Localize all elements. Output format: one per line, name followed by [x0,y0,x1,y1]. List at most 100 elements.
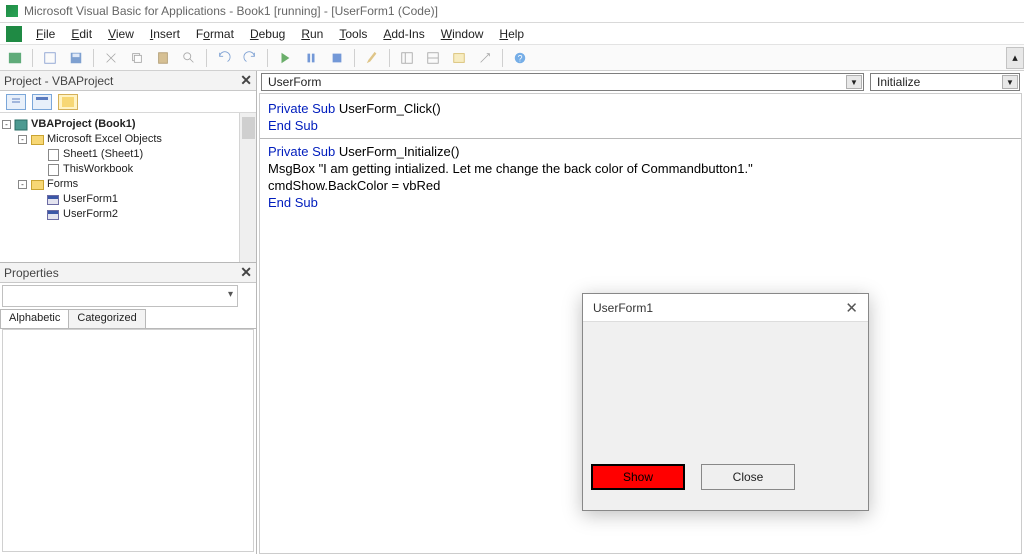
tab-alphabetic[interactable]: Alphabetic [0,309,69,328]
toolbar: ? ▴ [0,45,1024,71]
toolbox-button[interactable] [474,48,496,68]
collapse-icon[interactable]: - [18,135,27,144]
undo-button[interactable] [213,48,235,68]
form-icon [47,195,59,205]
project-panel-close-icon[interactable]: ✕ [240,72,252,89]
project-explorer-button[interactable] [396,48,418,68]
code-line[interactable]: Private Sub UserForm_Click() [268,100,1013,117]
toolbar-scroll-up[interactable]: ▴ [1006,47,1024,69]
sheet-icon [48,149,59,161]
title-bar: Microsoft Visual Basic for Applications … [0,0,1024,23]
design-mode-button[interactable] [361,48,383,68]
paste-button[interactable] [152,48,174,68]
properties-panel-title: Properties [4,266,59,280]
show-button[interactable]: Show [591,464,685,490]
properties-object-combo[interactable] [2,285,238,307]
tree-excel-folder-label: Microsoft Excel Objects [47,132,162,147]
close-button[interactable]: Close [701,464,795,490]
project-panel-header: Project - VBAProject ✕ [0,71,256,91]
code-line[interactable]: End Sub [268,117,1013,134]
tree-userform1[interactable]: UserForm1 [34,192,254,207]
properties-panel-header: Properties ✕ [0,263,256,283]
find-button[interactable] [178,48,200,68]
menu-add-ins[interactable]: Add-Ins [375,24,432,44]
excel-icon[interactable] [6,26,22,42]
close-icon[interactable]: ✕ [845,299,858,317]
code-line[interactable]: MsgBox "I am getting intialized. Let me … [268,160,1013,177]
tree-userform1-label: UserForm1 [63,192,118,207]
cut-button[interactable] [100,48,122,68]
window-title: Microsoft Visual Basic for Applications … [24,4,438,18]
project-icon [14,119,28,131]
userform-title: UserForm1 [593,301,653,315]
properties-panel: Properties ✕ Alphabetic Categorized [0,263,256,554]
properties-window-button[interactable] [422,48,444,68]
object-browser-button[interactable] [448,48,470,68]
menu-tools[interactable]: Tools [331,24,375,44]
chevron-down-icon[interactable]: ▼ [846,75,862,89]
save-button[interactable] [65,48,87,68]
tree-root-label: VBAProject (Book1) [31,117,136,132]
tab-categorized[interactable]: Categorized [68,309,145,328]
tree-forms-folder-label: Forms [47,177,78,192]
vba-app-icon [6,5,18,17]
insert-userform-button[interactable] [39,48,61,68]
break-button[interactable] [300,48,322,68]
userform-body: Show Close [583,322,868,510]
tree-userform2-label: UserForm2 [63,207,118,222]
project-tree[interactable]: - VBAProject (Book1) - Microsoft Excel O… [0,113,256,263]
menu-debug[interactable]: Debug [242,24,293,44]
tree-forms-folder[interactable]: - Forms [18,177,254,192]
left-column: Project - VBAProject ✕ - VBAProject (Boo… [0,71,257,554]
menu-run[interactable]: Run [293,24,331,44]
code-combo-row: UserForm ▼ Initialize ▼ [257,71,1024,93]
menu-format[interactable]: Format [188,24,242,44]
redo-button[interactable] [239,48,261,68]
menu-file[interactable]: File [28,24,63,44]
project-toolbar [0,91,256,113]
procedure-combo[interactable]: Initialize ▼ [870,73,1020,91]
properties-tabs: Alphabetic Categorized [0,309,256,329]
code-line[interactable]: End Sub [268,194,1013,211]
object-combo[interactable]: UserForm ▼ [261,73,864,91]
code-line[interactable]: cmdShow.BackColor = vbRed [268,177,1013,194]
tree-excel-folder[interactable]: - Microsoft Excel Objects [18,132,254,147]
chevron-down-icon[interactable]: ▼ [1002,75,1018,89]
tree-root[interactable]: - VBAProject (Book1) [2,117,254,132]
tree-userform2[interactable]: UserForm2 [34,207,254,222]
run-button[interactable] [274,48,296,68]
menu-view[interactable]: View [100,24,142,44]
menu-bar: FileEditViewInsertFormatDebugRunToolsAdd… [0,23,1024,45]
menu-edit[interactable]: Edit [63,24,100,44]
project-panel-title: Project - VBAProject [4,74,113,88]
menu-help[interactable]: Help [491,24,532,44]
menu-insert[interactable]: Insert [142,24,188,44]
form-icon [47,210,59,220]
tree-sheet1[interactable]: Sheet1 (Sheet1) [34,147,254,162]
properties-grid[interactable] [2,329,254,552]
toggle-folders-button[interactable] [58,94,78,110]
collapse-icon[interactable]: - [2,120,11,129]
help-button[interactable]: ? [509,48,531,68]
properties-panel-close-icon[interactable]: ✕ [240,264,252,281]
view-object-button[interactable] [32,94,52,110]
view-excel-button[interactable] [4,48,26,68]
folder-icon [31,180,44,190]
userform-window[interactable]: UserForm1 ✕ Show Close [582,293,869,511]
userform-titlebar[interactable]: UserForm1 ✕ [583,294,868,322]
copy-button[interactable] [126,48,148,68]
workbook-icon [48,164,59,176]
collapse-icon[interactable]: - [18,180,27,189]
tree-thisworkbook-label: ThisWorkbook [63,162,133,177]
reset-button[interactable] [326,48,348,68]
code-line[interactable]: Private Sub UserForm_Initialize() [268,143,1013,160]
procedure-combo-value: Initialize [877,75,920,89]
tree-thisworkbook[interactable]: ThisWorkbook [34,162,254,177]
object-combo-value: UserForm [268,75,321,89]
menu-window[interactable]: Window [433,24,492,44]
project-tree-scrollbar[interactable] [239,113,256,262]
tree-sheet1-label: Sheet1 (Sheet1) [63,147,143,162]
folder-icon [31,135,44,145]
view-code-button[interactable] [6,94,26,110]
main-area: Project - VBAProject ✕ - VBAProject (Boo… [0,71,1024,554]
